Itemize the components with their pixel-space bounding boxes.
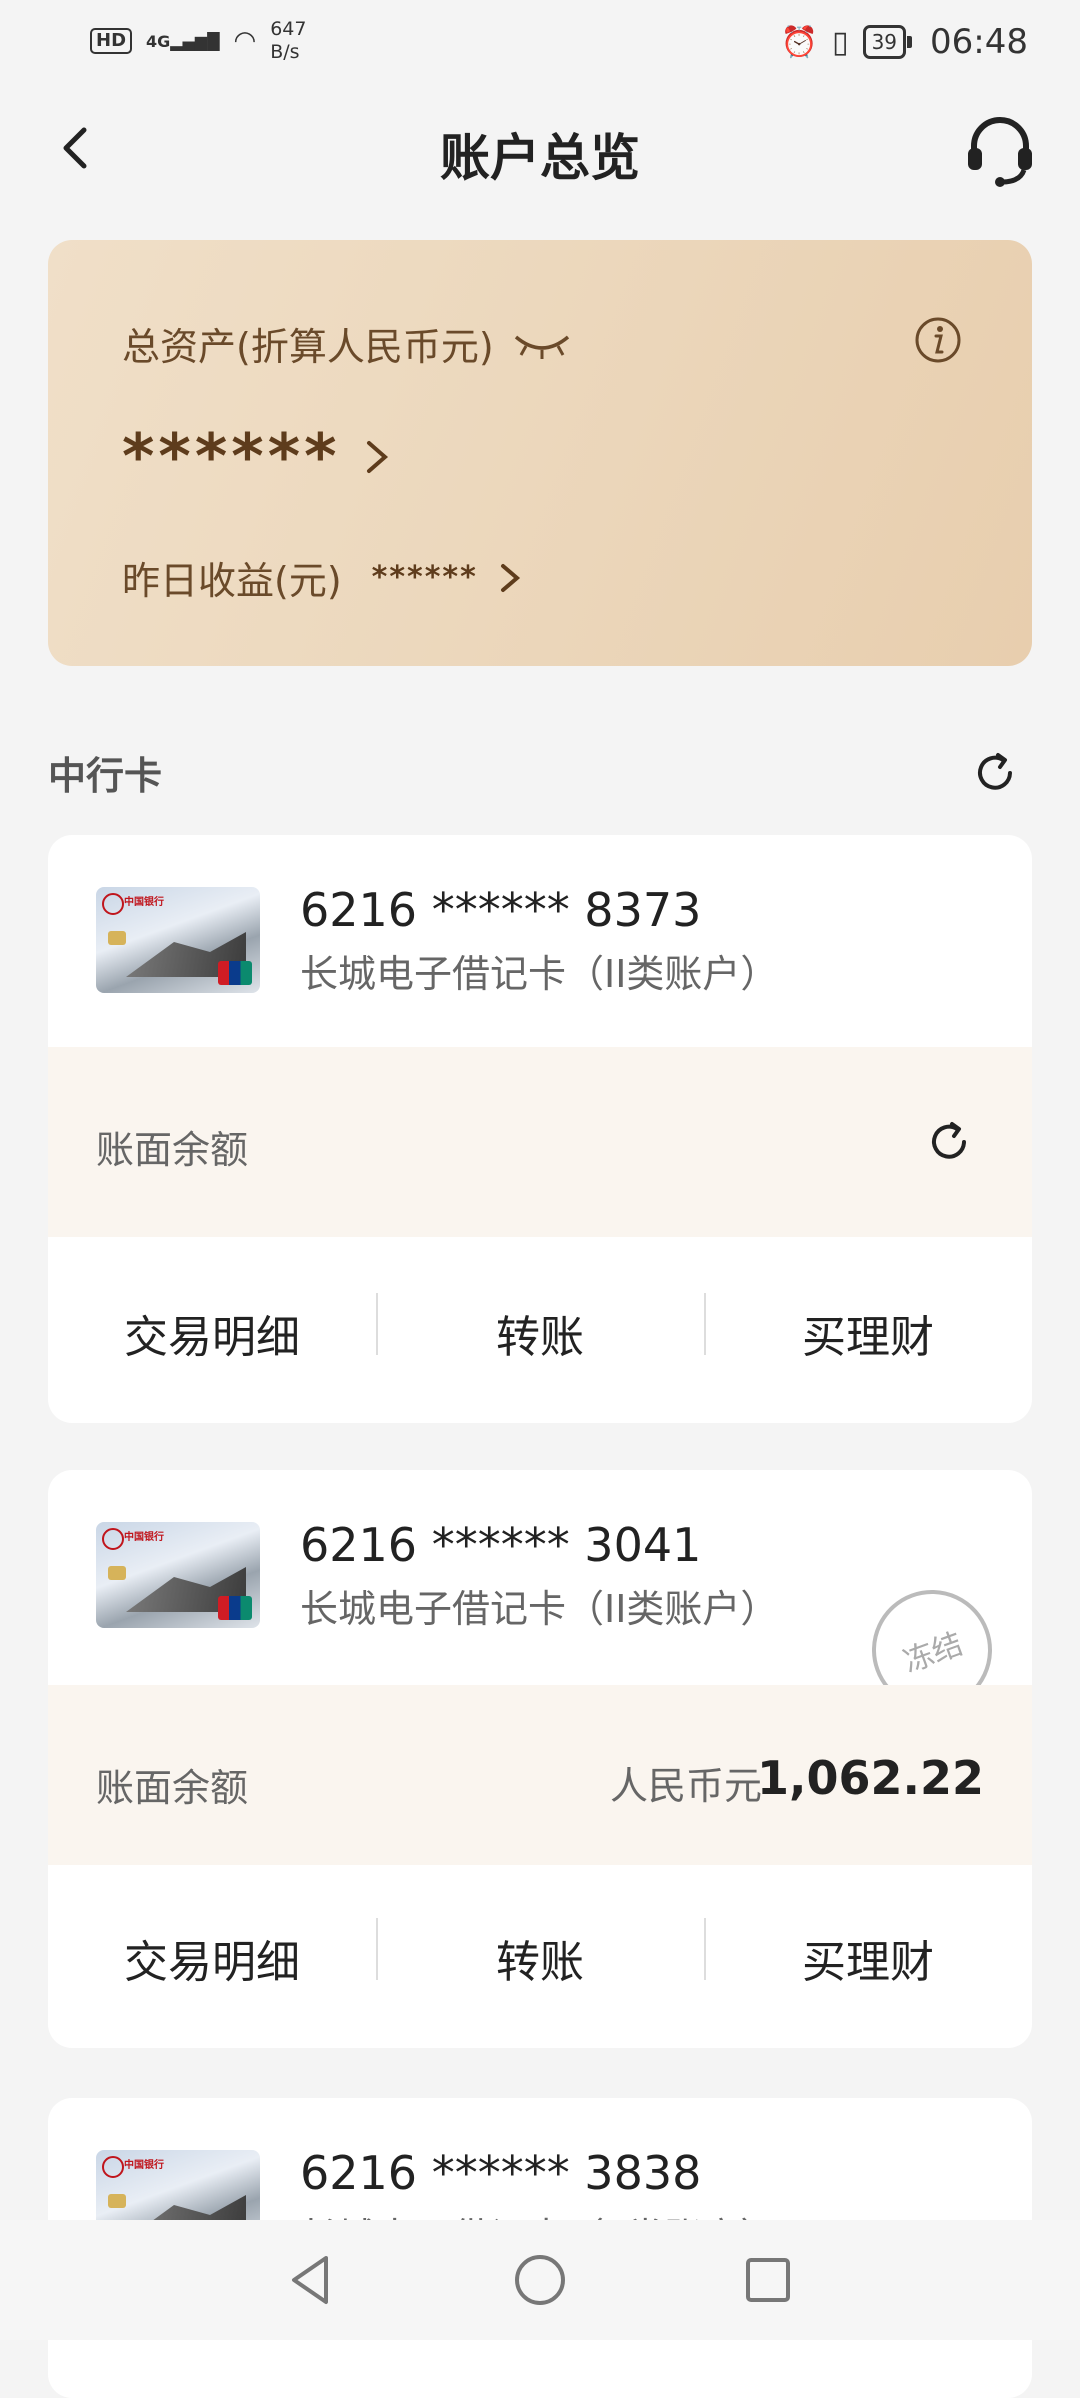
total-assets-label-row: 总资产(折算人民币元) [122, 316, 572, 371]
bank-logo-icon [102, 1528, 124, 1550]
nav-home-icon[interactable] [508, 2248, 572, 2312]
card-number: 6216 ****** 8373 [300, 883, 702, 937]
card-chip [108, 2194, 126, 2208]
bank-logo-text: 中国银行 [124, 897, 164, 908]
bank-card[interactable]: 中国银行 6216 ****** 3041 长城电子借记卡（II类账户） 冻结 … [48, 1470, 1032, 2048]
buy-wealth-button[interactable]: 买理财 [704, 1293, 1032, 1365]
card-image: 中国银行 [96, 887, 260, 993]
card-image: 中国银行 [96, 1522, 260, 1628]
unionpay-logo-icon [218, 961, 252, 985]
total-assets-masked: ****** [122, 420, 341, 493]
currency-label: 人民币元 [609, 1764, 762, 1808]
transaction-detail-button[interactable]: 交易明细 [48, 1926, 376, 1990]
yesterday-earnings-label: 昨日收益(元) [122, 559, 342, 603]
balance-label: 账面余额 [96, 1128, 249, 1172]
nav-recents-icon[interactable] [736, 2248, 800, 2312]
vibrate-icon: ▯ [832, 24, 849, 60]
status-right: ⏰ ▯ 39 06:48 [781, 22, 1028, 62]
status-bar: HD 4G▂▄▆█ ◠ 647 B/s ⏰ ▯ 39 06:48 [0, 0, 1080, 90]
chevron-right-icon [366, 440, 388, 473]
bank-logo-text: 中国银行 [124, 2160, 164, 2171]
total-assets-card: 总资产(折算人民币元) ****** 昨日收益(元) ****** [48, 240, 1032, 666]
eye-closed-icon[interactable] [512, 329, 572, 359]
card-number: 6216 ****** 3838 [300, 2146, 702, 2200]
nav-back-icon[interactable] [280, 2248, 344, 2312]
hd-icon: HD [90, 28, 133, 54]
bank-logo-text: 中国银行 [124, 1532, 164, 1543]
battery-icon: 39 [862, 25, 913, 59]
card-actions: 交易明细 转账 买理财 [48, 1243, 1032, 1423]
yesterday-earnings-row[interactable]: 昨日收益(元) ****** [122, 550, 522, 605]
speed-value: 647 [270, 18, 307, 40]
chevron-right-icon [500, 563, 520, 592]
network-type: 4G [146, 31, 171, 51]
unionpay-logo-icon [218, 1596, 252, 1620]
signal-icon: 4G▂▄▆█ [146, 31, 220, 51]
card-chip [108, 931, 126, 945]
status-left: HD 4G▂▄▆█ ◠ 647 B/s [90, 18, 306, 64]
transfer-button[interactable]: 转账 [376, 1918, 704, 1990]
speed-unit: B/s [270, 41, 300, 63]
buy-wealth-button[interactable]: 买理财 [704, 1918, 1032, 1990]
balance-amount: 1,062.22 [757, 1751, 984, 1805]
system-nav-bar [0, 2220, 1080, 2340]
bank-logo-icon [102, 2156, 124, 2178]
page-title: 账户总览 [440, 129, 640, 187]
section-title: 中行卡 [48, 754, 163, 798]
info-icon[interactable] [914, 316, 962, 364]
card-type: 长城电子借记卡（II类账户） [300, 952, 779, 996]
network-speed: 647 B/s [270, 18, 306, 64]
balance-row: 账面余额 [48, 1047, 1032, 1237]
bank-card[interactable]: 中国银行 6216 ****** 8373 长城电子借记卡（II类账户） 账面余… [48, 835, 1032, 1423]
refresh-icon[interactable] [970, 748, 1020, 798]
app-header: 账户总览 [0, 90, 1080, 210]
balance-row: 账面余额 人民币元 1,062.22 [48, 1685, 1032, 1865]
bank-logo-icon [102, 893, 124, 915]
yesterday-earnings-value: ****** [371, 560, 478, 595]
transfer-button[interactable]: 转账 [376, 1293, 704, 1365]
total-assets-label: 总资产(折算人民币元) [122, 325, 494, 369]
clock: 06:48 [930, 22, 1028, 62]
total-assets-value[interactable]: ****** [122, 420, 391, 493]
customer-service-icon[interactable] [960, 110, 1040, 190]
card-type: 长城电子借记卡（II类账户） [300, 1587, 779, 1631]
card-chip [108, 1566, 126, 1580]
wifi-icon: ◠ [233, 26, 257, 56]
transaction-detail-button[interactable]: 交易明细 [48, 1301, 376, 1365]
card-number: 6216 ****** 3041 [300, 1518, 702, 1572]
balance-label: 账面余额 [96, 1766, 249, 1810]
card-actions: 交易明细 转账 买理财 [48, 1868, 1032, 2048]
refresh-icon[interactable] [924, 1117, 974, 1167]
alarm-icon: ⏰ [780, 24, 819, 60]
